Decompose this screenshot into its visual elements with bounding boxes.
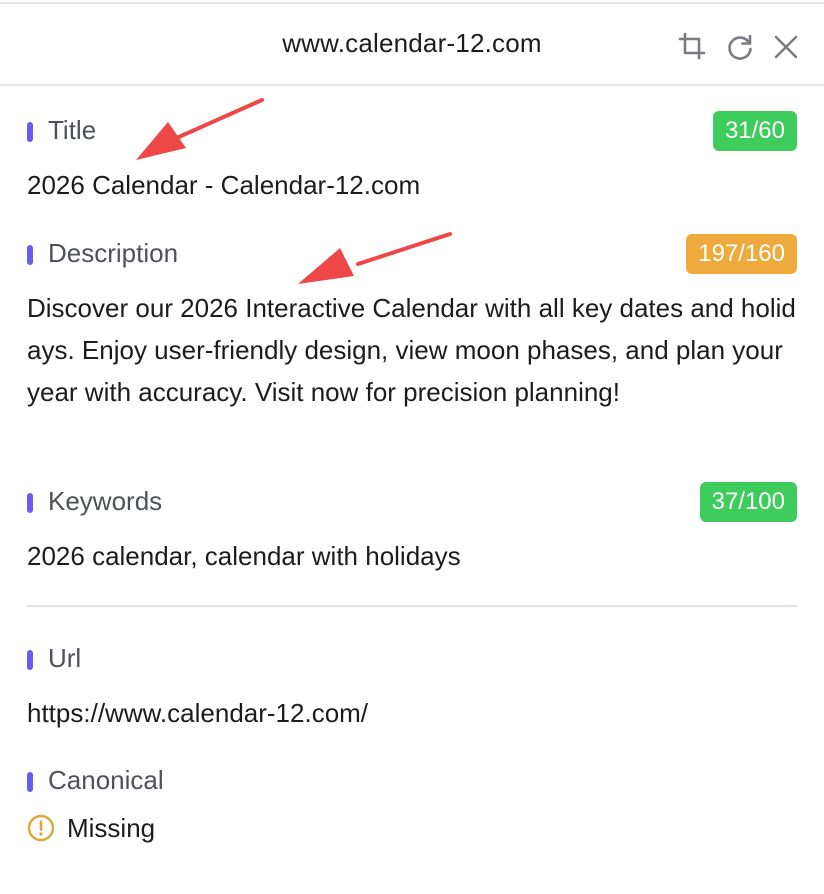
url-label: Url [48,643,82,673]
section-divider [27,605,797,607]
title-value: 2026 Calendar - Calendar-12.com [27,170,421,200]
keywords-section: Keywords 37/100 2026 calendar, calendar … [27,482,797,577]
panel-header: www.calendar-12.com [0,4,824,86]
crop-icon[interactable] [678,32,708,62]
seo-meta-panel: www.calendar-12.com Title 31/60 2026 Cal… [0,0,824,894]
description-section: Description 197/160 Discover our 2026 In… [27,234,797,413]
description-value: Discover our 2026 Interactive Calendar w… [27,293,796,407]
url-value: https://www.calendar-12.com/ [27,698,369,728]
canonical-value: Missing [67,813,156,843]
keywords-label: Keywords [48,486,163,516]
keywords-length-badge: 37/100 [699,482,797,522]
section-marker [27,650,33,670]
title-length-badge: 31/60 [712,111,797,151]
keywords-value: 2026 calendar, calendar with holidays [27,541,461,571]
close-icon[interactable] [771,32,801,62]
refresh-icon[interactable] [725,32,755,62]
url-section: Url https://www.calendar-12.com/ [27,642,797,734]
canonical-label: Canonical [48,765,164,795]
title-label: Title [48,115,97,145]
section-marker [27,245,33,265]
description-length-badge: 197/160 [686,234,797,274]
description-label: Description [48,238,179,268]
title-section: Title 31/60 2026 Calendar - Calendar-12.… [27,111,797,206]
section-marker [27,122,33,142]
section-marker [27,493,33,513]
warning-circle-icon [27,814,55,842]
canonical-section: Canonical Missing [27,764,797,846]
section-marker [27,772,33,792]
